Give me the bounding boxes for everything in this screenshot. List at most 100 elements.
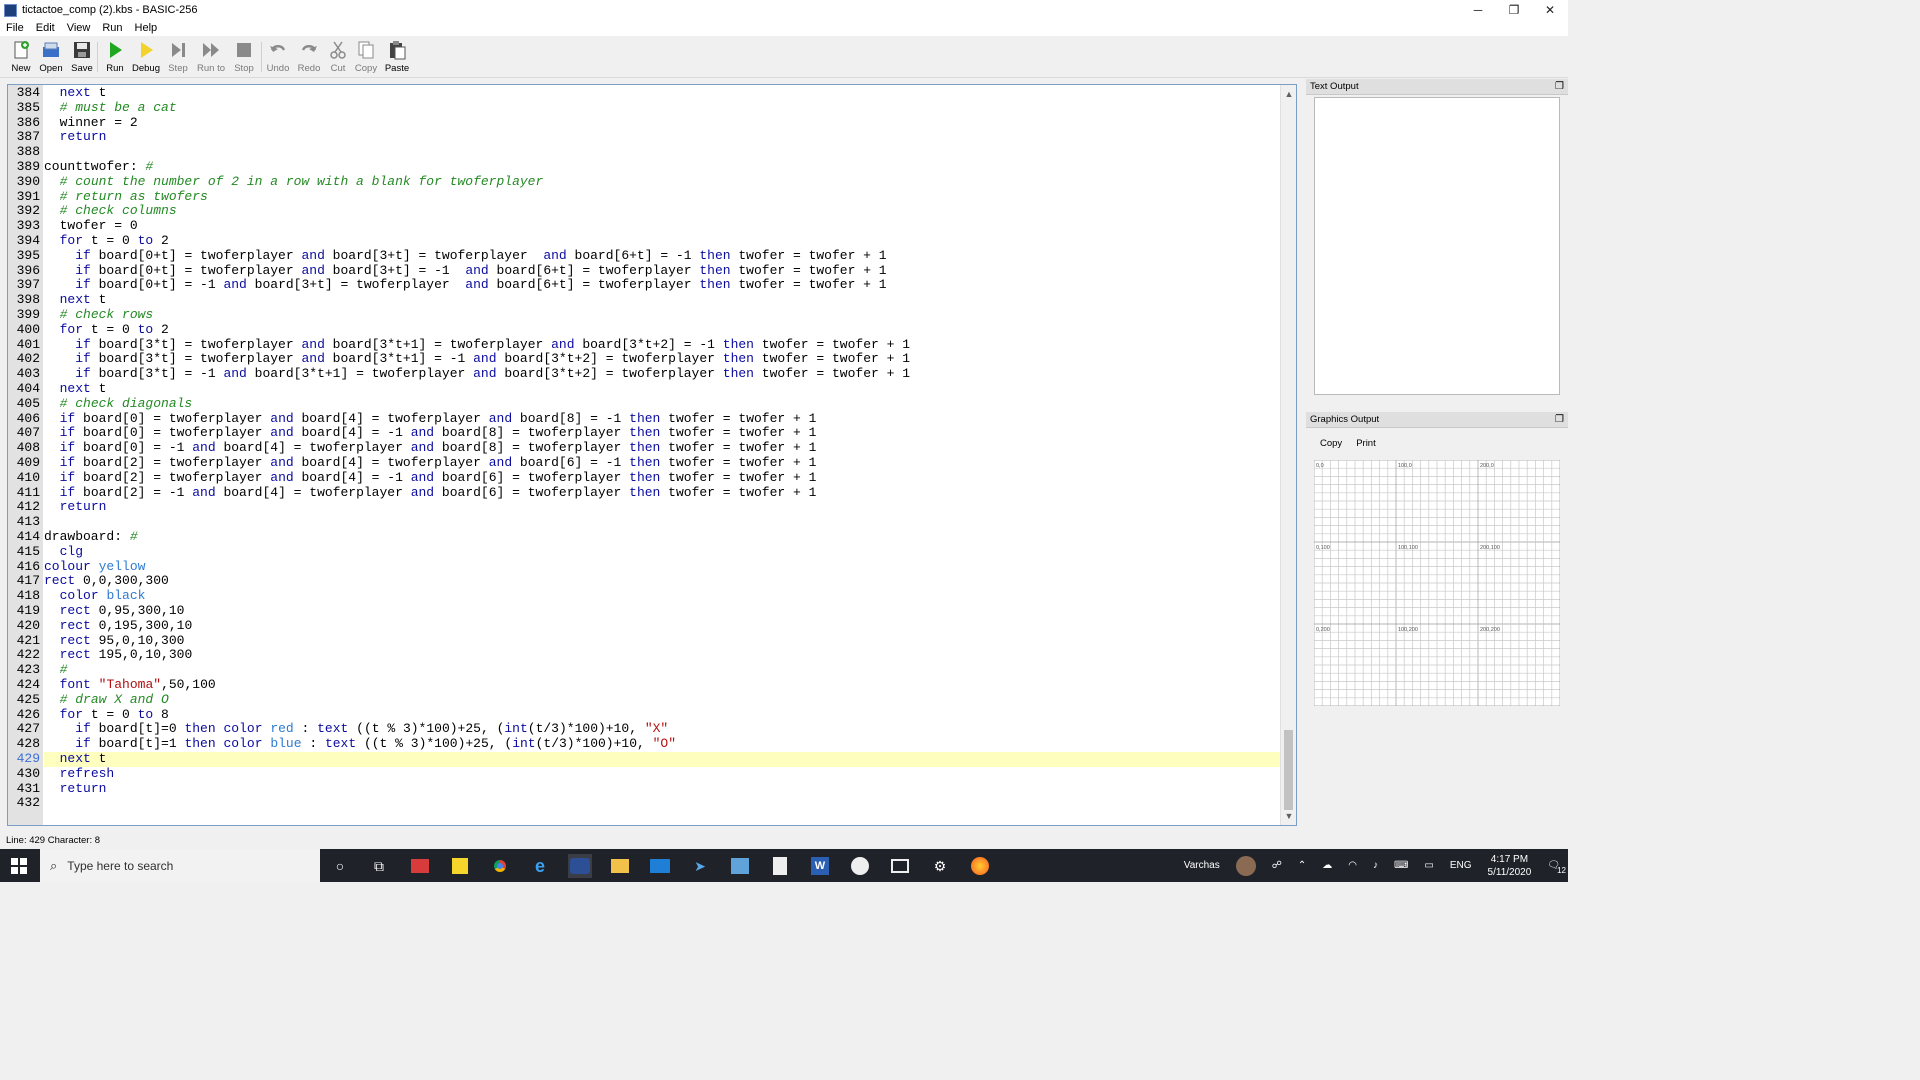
volume-icon[interactable]: ♪ — [1373, 860, 1378, 871]
open-button[interactable]: Open — [36, 40, 66, 76]
sticky-notes-icon[interactable] — [448, 854, 472, 878]
user-name[interactable]: Varchas — [1184, 860, 1220, 871]
code-line[interactable] — [44, 515, 1280, 530]
code-line[interactable]: # check diagonals — [44, 396, 1280, 412]
basic256-taskbar-icon[interactable] — [568, 854, 592, 878]
code-line[interactable]: if board[3*t] = twoferplayer and board[3… — [44, 351, 1280, 367]
tablet-mode-icon[interactable]: ▭ — [1424, 860, 1433, 871]
code-line[interactable]: font "Tahoma",50,100 — [44, 677, 1280, 693]
code-line[interactable]: # — [44, 662, 1280, 678]
code-line[interactable]: color black — [44, 588, 1280, 604]
code-line[interactable]: for t = 0 to 2 — [44, 233, 1280, 249]
run-to-button[interactable]: Run to — [196, 40, 226, 76]
code-line[interactable]: rect 0,0,300,300 — [44, 573, 1280, 589]
taskbar-search[interactable]: ⌕ Type here to search — [40, 849, 320, 882]
code-line[interactable] — [44, 796, 1280, 811]
code-line[interactable]: rect 195,0,10,300 — [44, 647, 1280, 663]
photos-icon[interactable] — [888, 854, 912, 878]
code-line[interactable]: # check rows — [44, 307, 1280, 323]
new-button[interactable]: New — [6, 40, 36, 76]
word-icon[interactable]: W — [808, 854, 832, 878]
code-line[interactable]: if board[t]=1 then color blue : text ((t… — [44, 736, 1280, 752]
code-line[interactable]: if board[2] = twoferplayer and board[4] … — [44, 455, 1280, 471]
code-line[interactable]: next t — [44, 292, 1280, 308]
settings-gear-icon[interactable]: ⚙ — [928, 854, 952, 878]
code-line[interactable]: if board[3*t] = -1 and board[3*t+1] = tw… — [44, 366, 1280, 382]
code-line[interactable]: twofer = 0 — [44, 218, 1280, 234]
code-line[interactable]: rect 95,0,10,300 — [44, 633, 1280, 649]
menu-run[interactable]: Run — [96, 22, 128, 34]
code-line[interactable]: if board[2] = twoferplayer and board[4] … — [44, 470, 1280, 486]
code-line[interactable]: clg — [44, 544, 1280, 560]
scroll-up-arrow-icon[interactable]: ▲ — [1281, 87, 1296, 101]
store-icon[interactable] — [728, 854, 752, 878]
media-app-icon[interactable] — [848, 854, 872, 878]
code-line[interactable]: drawboard: # — [44, 529, 1280, 545]
code-line[interactable]: # count the number of 2 in a row with a … — [44, 174, 1280, 190]
code-line[interactable]: rect 0,95,300,10 — [44, 603, 1280, 619]
code-line[interactable]: if board[0+t] = twoferplayer and board[3… — [44, 263, 1280, 279]
onedrive-cloud-icon[interactable]: ☁ — [1322, 860, 1332, 871]
code-line[interactable]: return — [44, 499, 1280, 515]
code-line[interactable]: if board[0] = twoferplayer and board[4] … — [44, 411, 1280, 427]
code-line[interactable]: # return as twofers — [44, 189, 1280, 205]
text-output-area[interactable] — [1314, 97, 1560, 395]
code-line[interactable]: next t — [44, 751, 1280, 767]
code-line[interactable]: if board[t]=0 then color red : text ((t … — [44, 721, 1280, 737]
code-editor[interactable]: 384 385 386 387 388 389 390 391 392 393 394 395 396 3… — [7, 84, 1297, 826]
user-avatar[interactable] — [1235, 855, 1256, 876]
edge-icon[interactable]: e — [528, 854, 552, 878]
firefox-icon[interactable] — [968, 854, 992, 878]
code-line[interactable]: rect 0,195,300,10 — [44, 618, 1280, 634]
code-line[interactable]: if board[3*t] = twoferplayer and board[3… — [44, 337, 1280, 353]
language-indicator[interactable]: ENG — [1450, 860, 1472, 871]
start-button[interactable] — [0, 849, 38, 882]
graphics-print-button[interactable]: Print — [1356, 438, 1376, 449]
code-line[interactable]: # check columns — [44, 203, 1280, 219]
save-button[interactable]: Save — [67, 40, 97, 76]
code-line[interactable]: winner = 2 — [44, 115, 1280, 131]
notification-center-icon[interactable]: 🗨 12 — [1547, 860, 1566, 875]
redo-button[interactable]: Redo — [294, 40, 324, 76]
menu-view[interactable]: View — [61, 22, 97, 34]
editor-vertical-scrollbar[interactable]: ▲ ▼ — [1280, 85, 1296, 825]
copy-button[interactable]: Copy — [351, 40, 381, 76]
undock-icon[interactable]: ❐ — [1555, 412, 1564, 428]
task-view-icon[interactable]: ⧉ — [367, 854, 391, 878]
code-line[interactable]: if board[0+t] = twoferplayer and board[3… — [44, 248, 1280, 264]
wifi-icon[interactable]: ◠ — [1348, 860, 1357, 871]
show-hidden-icons-chevron-icon[interactable]: ⌃ — [1298, 860, 1306, 871]
undo-button[interactable]: Undo — [263, 40, 293, 76]
code-line[interactable]: if board[2] = -1 and board[4] = twoferpl… — [44, 485, 1280, 501]
cortana-icon[interactable]: ○ — [328, 854, 352, 878]
maximize-button[interactable]: ❐ — [1496, 0, 1532, 20]
code-area[interactable]: next t # must be a cat winner = 2 return… — [44, 85, 1280, 825]
code-line[interactable]: next t — [44, 85, 1280, 101]
close-button[interactable]: ✕ — [1532, 0, 1568, 20]
run-button[interactable]: Run — [100, 40, 130, 76]
menu-help[interactable]: Help — [129, 22, 164, 34]
code-line[interactable]: next t — [44, 381, 1280, 397]
stop-button[interactable]: Stop — [229, 40, 259, 76]
debug-button[interactable]: Debug — [131, 40, 161, 76]
menu-file[interactable]: File — [0, 22, 30, 34]
graphics-copy-button[interactable]: Copy — [1320, 438, 1342, 449]
minimize-button[interactable]: ─ — [1460, 0, 1496, 20]
step-button[interactable]: Step — [163, 40, 193, 76]
mail-icon[interactable] — [648, 854, 672, 878]
chrome-icon[interactable] — [488, 854, 512, 878]
graphics-canvas[interactable]: 0,0 100,0 200,0 0,100 100,100 200,100 0,200 100… — [1314, 460, 1560, 706]
code-line[interactable]: return — [44, 129, 1280, 145]
calendar-app-icon[interactable] — [408, 854, 432, 878]
code-line[interactable]: colour yellow — [44, 559, 1280, 575]
undock-icon[interactable]: ❐ — [1555, 79, 1564, 95]
send-app-icon[interactable]: ➤ — [688, 854, 712, 878]
calculator-icon[interactable] — [768, 854, 792, 878]
code-line[interactable]: if board[0+t] = -1 and board[3+t] = twof… — [44, 277, 1280, 293]
scroll-down-arrow-icon[interactable]: ▼ — [1281, 809, 1296, 823]
menu-edit[interactable]: Edit — [30, 22, 61, 34]
code-line[interactable]: if board[0] = twoferplayer and board[4] … — [44, 425, 1280, 441]
code-line[interactable]: for t = 0 to 8 — [44, 707, 1280, 723]
keyboard-icon[interactable]: ⌨ — [1394, 860, 1408, 871]
code-line[interactable]: # draw X and O — [44, 692, 1280, 708]
